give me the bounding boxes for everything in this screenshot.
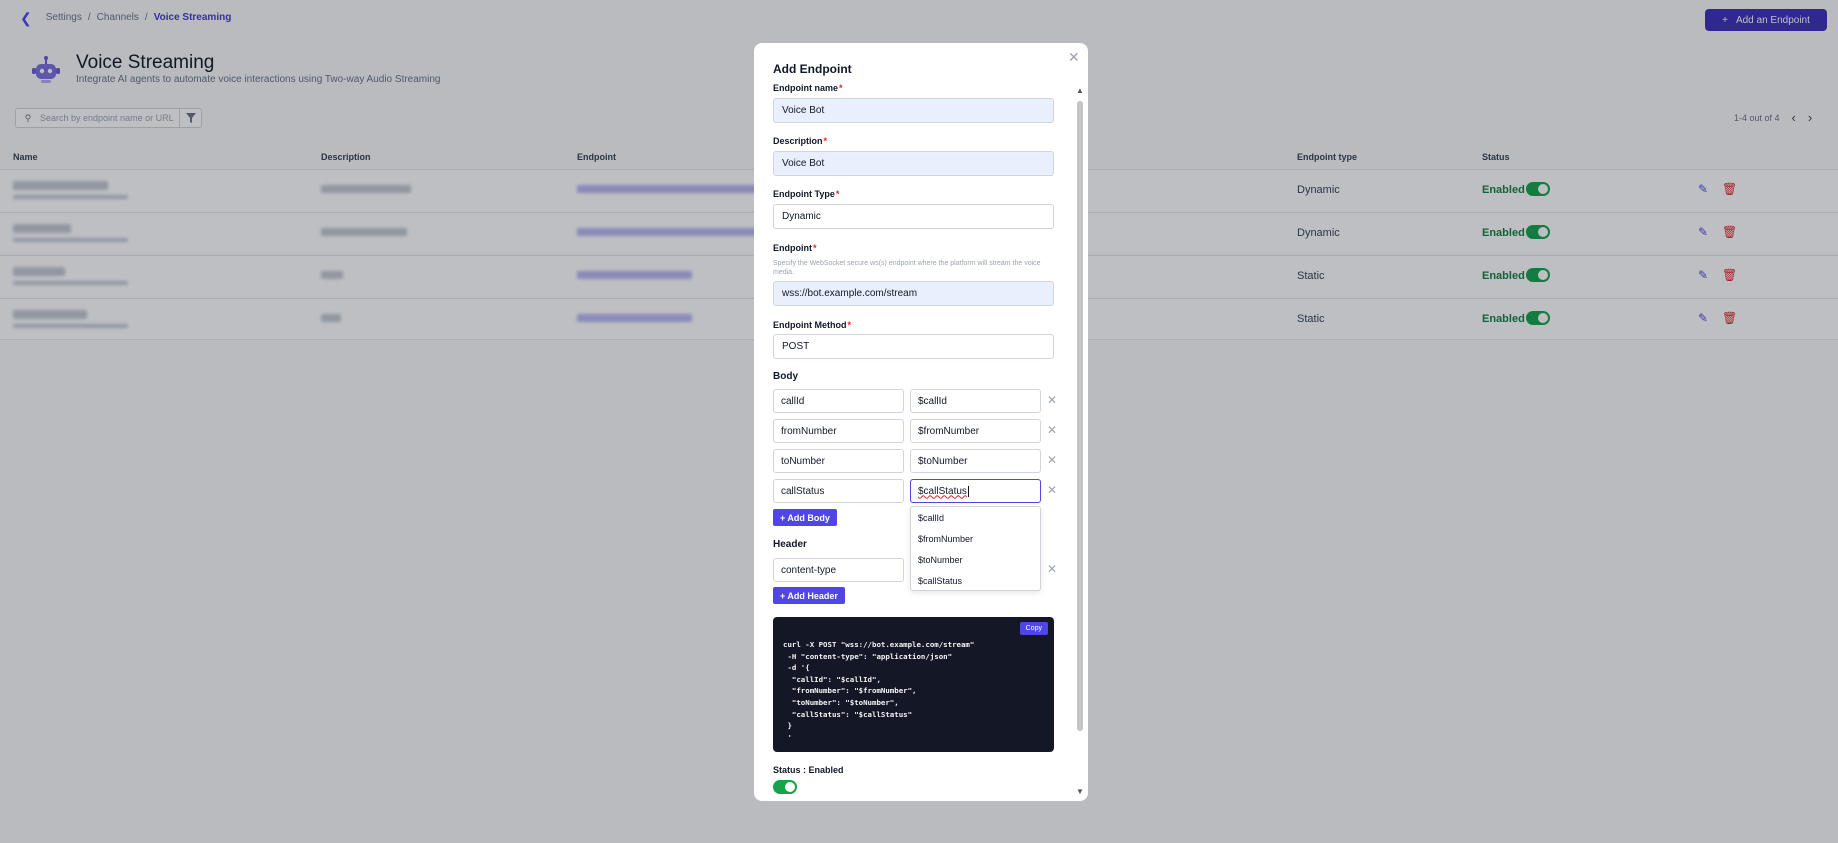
body-key-input[interactable]: callId [773, 389, 904, 413]
body-key-input[interactable]: fromNumber [773, 419, 904, 443]
scroll-up-icon[interactable]: ▲ [1076, 86, 1084, 95]
endpoint-method-label: Endpoint Method* [773, 320, 851, 330]
close-icon[interactable]: ✕ [1047, 423, 1057, 437]
body-value-input[interactable]: $callId [910, 389, 1041, 413]
body-section-label: Body [773, 371, 798, 382]
header-section-label: Header [773, 539, 807, 550]
close-icon[interactable]: ✕ [1047, 393, 1057, 407]
suggestion-item[interactable]: $fromNumber [911, 528, 1040, 549]
text-caret [967, 485, 969, 497]
close-icon[interactable]: ✕ [1068, 49, 1080, 66]
curl-preview: Copy curl -X POST "wss://bot.example.com… [773, 617, 1054, 752]
add-endpoint-modal: ✕ Add Endpoint Endpoint name* Voice Bot … [754, 43, 1088, 801]
header-key-input[interactable]: content-type [773, 558, 904, 582]
scrollbar-thumb[interactable] [1077, 101, 1083, 731]
description-label: Description* [773, 136, 828, 146]
body-value-input[interactable]: $fromNumber [910, 419, 1041, 443]
endpoint-hint: Specify the WebSocket secure ws(s) endpo… [773, 260, 1041, 276]
scroll-down-icon[interactable]: ▼ [1076, 787, 1084, 796]
close-icon[interactable]: ✕ [1047, 562, 1057, 576]
endpoint-name-label: Endpoint name* [773, 83, 843, 93]
suggestion-item[interactable]: $callId [911, 507, 1040, 528]
endpoint-name-input[interactable]: Voice Bot [773, 98, 1054, 123]
suggestion-item[interactable]: $toNumber [911, 549, 1040, 570]
body-key-input[interactable]: callStatus [773, 479, 904, 503]
modal-title: Add Endpoint [773, 62, 852, 76]
description-input[interactable]: Voice Bot [773, 151, 1054, 176]
close-icon[interactable]: ✕ [1047, 453, 1057, 467]
endpoint-method-select[interactable]: POST [773, 334, 1054, 359]
curl-code: curl -X POST "wss://bot.example.com/stre… [783, 640, 975, 742]
copy-button[interactable]: Copy [1019, 622, 1048, 635]
close-icon[interactable]: ✕ [1047, 483, 1057, 497]
endpoint-type-label: Endpoint Type* [773, 189, 840, 199]
add-header-button[interactable]: + Add Header [773, 587, 845, 604]
add-body-button[interactable]: + Add Body [773, 509, 837, 526]
body-value-input[interactable]: $toNumber [910, 449, 1041, 473]
endpoint-label: Endpoint* [773, 243, 817, 253]
endpoint-type-select[interactable]: Dynamic [773, 204, 1054, 229]
status-label: Status : Enabled [773, 765, 844, 775]
variable-suggestions-dropdown: $callId $fromNumber $toNumber $callStatu… [910, 506, 1041, 591]
endpoint-url-input[interactable]: wss://bot.example.com/stream [773, 281, 1054, 306]
body-value-input[interactable]: $callStatus [910, 479, 1041, 503]
suggestion-item[interactable]: $callStatus [911, 570, 1040, 591]
status-toggle[interactable] [773, 780, 797, 794]
body-key-input[interactable]: toNumber [773, 449, 904, 473]
